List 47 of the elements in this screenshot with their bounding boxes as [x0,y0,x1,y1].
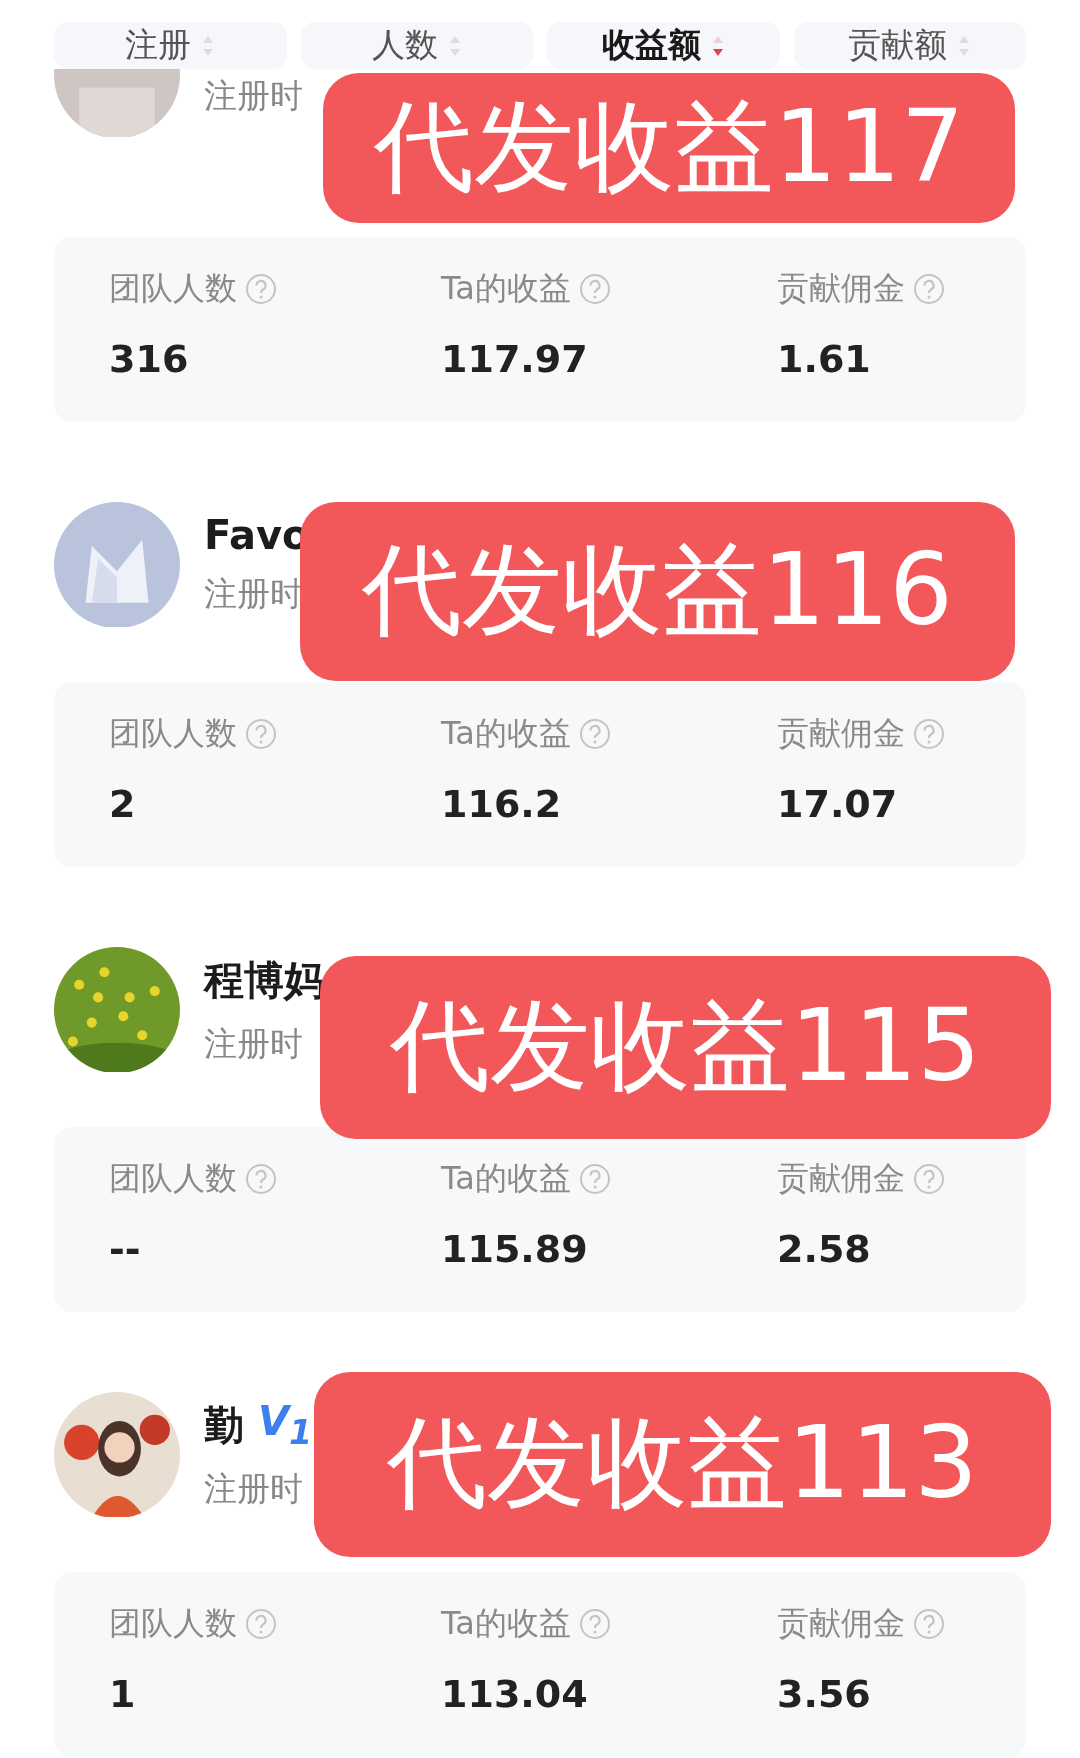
stat-value: 2.58 [777,1227,872,1271]
stat-value: -- [109,1227,142,1271]
stat-label: Ta的收益 [441,1158,571,1199]
stat-value: 116.2 [441,782,563,826]
stat-value: 17.07 [777,782,899,826]
help-icon[interactable] [913,1608,945,1640]
register-time: 注册时 [204,1022,304,1065]
level-text: V$_{1}$ [258,1398,313,1452]
earnings-banner: 代发收益113 [314,1372,1051,1557]
stat-label: 团队人数 [109,1158,237,1199]
help-icon[interactable] [913,273,945,305]
stat-label: Ta的收益 [441,713,571,754]
sort-tab[interactable]: 注册 [54,22,287,69]
help-icon[interactable] [245,273,277,305]
stat-label: 团队人数 [109,713,237,754]
stat-value: 117.97 [441,337,589,381]
register-time: 注册时 [204,1467,304,1510]
stat-value: 115.89 [441,1227,589,1271]
stat-value: 1 [109,1672,137,1716]
help-icon[interactable] [578,1608,611,1640]
stat-value: 2 [109,782,137,826]
help-icon[interactable] [245,1163,277,1195]
help-icon[interactable] [578,1163,611,1195]
stat-label: 贡献佣金 [777,1603,905,1644]
help-icon[interactable] [245,1608,277,1640]
help-icon[interactable] [913,1163,945,1195]
sort-tab[interactable]: 人数 [300,22,533,69]
stat-label: 贡献佣金 [777,713,905,754]
help-icon[interactable] [578,273,611,305]
help-icon[interactable] [578,718,611,750]
stat-label: 团队人数 [109,1603,237,1644]
help-icon[interactable] [913,718,945,750]
stat-value: 316 [109,337,190,381]
stat-value: 113.04 [441,1672,589,1716]
sort-tab[interactable]: 收益额 [547,22,780,69]
help-icon[interactable] [245,718,277,750]
sort-tab[interactable]: 贡献额 [793,22,1026,69]
register-time: 注册时 [204,75,303,117]
stat-value: 1.61 [777,337,872,381]
stat-label: 贡献佣金 [777,268,905,309]
earnings-banner: 代发收益117 [323,73,1015,223]
member-name: 勤 [204,1400,244,1450]
stat-value: 3.56 [777,1672,872,1716]
stat-label: Ta的收益 [441,268,571,309]
stat-label: Ta的收益 [441,1603,571,1644]
stat-label: 团队人数 [109,268,237,309]
stat-label: 贡献佣金 [777,1158,905,1199]
